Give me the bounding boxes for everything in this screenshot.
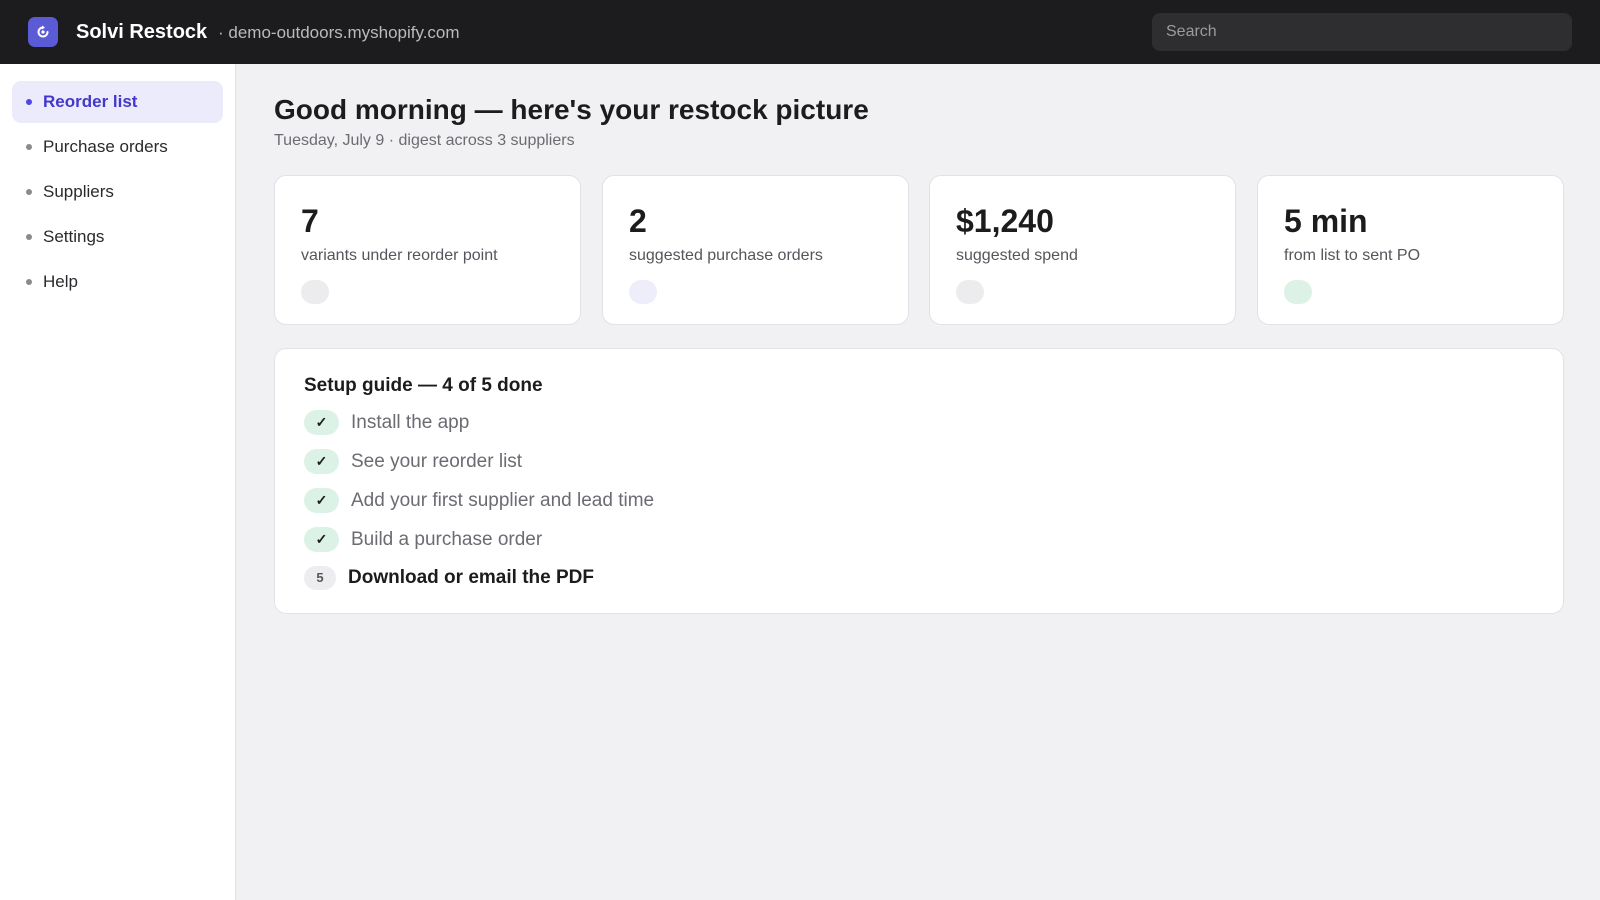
bullet-icon: [26, 189, 32, 195]
checkmark-icon: ✓: [304, 488, 339, 513]
stat-badge: [629, 280, 657, 304]
sidebar-item-settings[interactable]: Settings: [12, 216, 223, 258]
stat-card-time: 5 min from list to sent PO: [1257, 175, 1564, 325]
stat-value: 7: [301, 203, 319, 239]
bullet-icon: [26, 279, 32, 285]
stat-value: $1,240: [956, 203, 1054, 239]
stat-badge: [956, 280, 984, 304]
stat-label: from list to sent PO: [1284, 247, 1421, 264]
sidebar-item-label: Help: [43, 272, 78, 291]
sidebar-item-reorder-list[interactable]: Reorder list: [12, 81, 223, 123]
bullet-icon: [26, 99, 32, 105]
setup-guide-title: Setup guide — 4 of 5 done: [304, 375, 543, 396]
restock-logo-icon[interactable]: [28, 17, 58, 47]
sidebar-item-label: Purchase orders: [43, 137, 168, 156]
stat-card-spend: $1,240 suggested spend: [929, 175, 1236, 325]
sidebar-item-help[interactable]: Help: [12, 261, 223, 303]
stat-badge: [301, 280, 329, 304]
stat-card-variants: 7 variants under reorder point: [274, 175, 581, 325]
store-domain: · demo-outdoors.myshopify.com: [218, 23, 460, 42]
stat-value: 5 min: [1284, 203, 1368, 239]
app-name: Solvi Restock: [76, 21, 208, 43]
setup-step-label: Download or email the PDF: [348, 567, 594, 588]
checkmark-icon: ✓: [304, 527, 339, 552]
sidebar-item-suppliers[interactable]: Suppliers: [12, 171, 223, 213]
setup-step-reorder-list[interactable]: ✓ See your reorder list: [304, 449, 904, 477]
setup-step-install[interactable]: ✓ Install the app: [304, 410, 904, 438]
search-input[interactable]: [1152, 13, 1572, 51]
sidebar-item-label: Settings: [43, 227, 105, 246]
step-number-badge: 5: [304, 566, 336, 590]
setup-step-label: Add your first supplier and lead time: [351, 490, 655, 511]
setup-step-label: Install the app: [351, 412, 470, 433]
setup-guide: Setup guide — 4 of 5 done ✓ Install the …: [274, 348, 1564, 614]
sidebar: Reorder list Purchase orders Suppliers S…: [0, 64, 236, 900]
page-title: Good morning — here's your restock pictu…: [274, 94, 869, 125]
stat-label: variants under reorder point: [301, 247, 498, 264]
stat-card-purchase-orders: 2 suggested purchase orders: [602, 175, 909, 325]
stat-value: 2: [629, 203, 647, 239]
setup-step-add-supplier[interactable]: ✓ Add your first supplier and lead time: [304, 488, 904, 516]
sidebar-item-purchase-orders[interactable]: Purchase orders: [12, 126, 223, 168]
setup-step-download-pdf[interactable]: 5 Download or email the PDF: [304, 565, 904, 593]
checkmark-icon: ✓: [304, 449, 339, 474]
setup-step-build-po[interactable]: ✓ Build a purchase order: [304, 527, 904, 555]
stat-label: suggested spend: [956, 247, 1078, 264]
bullet-icon: [26, 144, 32, 150]
checkmark-icon: ✓: [304, 410, 339, 435]
page-subtitle: Tuesday, July 9 · digest across 3 suppli…: [274, 132, 575, 149]
sidebar-item-label: Suppliers: [43, 182, 114, 201]
setup-step-label: Build a purchase order: [351, 529, 543, 550]
setup-step-label: See your reorder list: [351, 451, 523, 472]
stat-label: suggested purchase orders: [629, 247, 823, 264]
bullet-icon: [26, 234, 32, 240]
stat-badge: [1284, 280, 1312, 304]
sidebar-item-label: Reorder list: [43, 92, 138, 111]
top-bar: Solvi Restock · demo-outdoors.myshopify.…: [0, 0, 1600, 64]
